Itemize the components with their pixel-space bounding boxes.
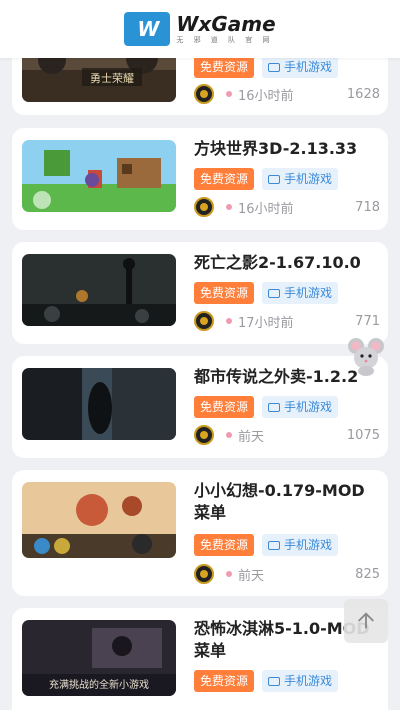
brand-title: WxGame — [176, 12, 276, 36]
category-tag[interactable]: 手机游戏 — [262, 670, 339, 692]
item-meta: 16小时前 718 — [194, 196, 380, 218]
brand-subtitle: 无 邪 道 队 官 网 — [176, 36, 274, 44]
thumbnail-art — [22, 254, 176, 326]
list-item[interactable]: 方块世界3D-2.13.33 免费资源 手机游戏 16小时前 718 — [12, 128, 388, 230]
folder-icon — [268, 62, 281, 72]
game-thumbnail[interactable] — [22, 140, 176, 212]
game-thumbnail[interactable] — [22, 368, 176, 440]
author-avatar-icon[interactable] — [194, 425, 214, 445]
time-dot — [226, 571, 232, 577]
list-item[interactable]: 充满挑战的全新小游戏 恐怖冰淇淋5-1.0-MOD菜单 免费资源 手机游戏 — [12, 608, 388, 710]
tag-row: 免费资源 手机游戏 — [194, 396, 339, 418]
time-dot — [226, 91, 232, 97]
game-thumbnail[interactable] — [22, 254, 176, 326]
post-time: 前天 — [238, 568, 265, 584]
list-item[interactable]: 小小幻想-0.179-MOD菜单 免费资源 手机游戏 前天 825 — [12, 470, 388, 596]
back-to-top-button[interactable] — [344, 599, 388, 643]
free-resource-tag[interactable]: 免费资源 — [194, 670, 255, 692]
post-time: 16小时前 — [238, 201, 294, 217]
view-count: 1628 — [346, 86, 380, 102]
item-meta: 前天 1075 — [194, 424, 380, 446]
category-tag[interactable]: 手机游戏 — [262, 396, 339, 418]
time-dot — [226, 204, 232, 210]
thumbnail-art — [22, 140, 176, 212]
tag-row: 免费资源 手机游戏 — [194, 168, 339, 190]
site-header: W WxGame 无 邪 道 队 官 网 — [0, 0, 400, 58]
category-tag[interactable]: 手机游戏 — [262, 168, 339, 190]
thumbnail-art — [22, 368, 176, 440]
tag-row: 免费资源 手机游戏 — [194, 282, 339, 304]
thumbnail-caption: 勇士荣耀 — [90, 72, 134, 85]
author-avatar-icon[interactable] — [194, 311, 214, 331]
author-avatar-icon[interactable] — [194, 84, 214, 104]
thumbnail-art — [22, 482, 176, 558]
post-time: 前天 — [238, 429, 265, 445]
free-resource-tag[interactable]: 免费资源 — [194, 534, 255, 556]
item-title[interactable]: 方块世界3D-2.13.33 — [194, 138, 380, 160]
free-resource-tag[interactable]: 免费资源 — [194, 168, 255, 190]
category-tag[interactable]: 手机游戏 — [262, 282, 339, 304]
time-dot — [226, 318, 232, 324]
post-time: 17小时前 — [238, 315, 294, 331]
free-resource-tag[interactable]: 免费资源 — [194, 282, 255, 304]
folder-icon — [268, 402, 281, 412]
author-avatar-icon[interactable] — [194, 197, 214, 217]
view-count: 825 — [355, 566, 380, 582]
view-count: 771 — [355, 313, 380, 329]
tag-row: 免费资源 手机游戏 — [194, 670, 339, 692]
item-meta: 前天 825 — [194, 563, 380, 585]
folder-icon — [268, 540, 281, 550]
free-resource-tag[interactable]: 免费资源 — [194, 56, 255, 78]
category-tag[interactable]: 手机游戏 — [262, 534, 339, 556]
item-title[interactable]: 小小幻想-0.179-MOD菜单 — [194, 480, 380, 524]
view-count: 1075 — [346, 427, 380, 443]
author-avatar-icon[interactable] — [194, 564, 214, 584]
post-time: 16小时前 — [238, 88, 294, 104]
game-thumbnail[interactable] — [22, 482, 176, 558]
folder-icon — [268, 288, 281, 298]
list-item[interactable]: 都市传说之外卖-1.2.2 免费资源 手机游戏 前天 1075 — [12, 356, 388, 458]
thumbnail-art: 充满挑战的全新小游戏 — [22, 620, 176, 696]
category-tag[interactable]: 手机游戏 — [262, 56, 339, 78]
list-item[interactable]: 死亡之影2-1.67.10.0 免费资源 手机游戏 17小时前 771 — [12, 242, 388, 344]
back-to-top-icon — [358, 612, 374, 629]
folder-icon — [268, 676, 281, 686]
thumbnail-caption: 充满挑战的全新小游戏 — [49, 678, 149, 691]
item-meta: 17小时前 771 — [194, 310, 380, 332]
item-meta: 16小时前 1628 — [194, 83, 380, 105]
time-dot — [226, 432, 232, 438]
view-count: 718 — [355, 199, 380, 215]
brand-block[interactable]: WxGame 无 邪 道 队 官 网 — [176, 13, 275, 45]
game-thumbnail[interactable]: 充满挑战的全新小游戏 — [22, 620, 176, 696]
tag-row: 免费资源 手机游戏 — [194, 534, 339, 556]
mouse-mascot-icon[interactable] — [346, 334, 386, 376]
tag-row: 免费资源 手机游戏 — [194, 56, 339, 78]
free-resource-tag[interactable]: 免费资源 — [194, 396, 255, 418]
item-title[interactable]: 死亡之影2-1.67.10.0 — [194, 252, 380, 274]
wxgame-logo-icon[interactable]: W — [124, 12, 171, 46]
folder-icon — [268, 174, 281, 184]
